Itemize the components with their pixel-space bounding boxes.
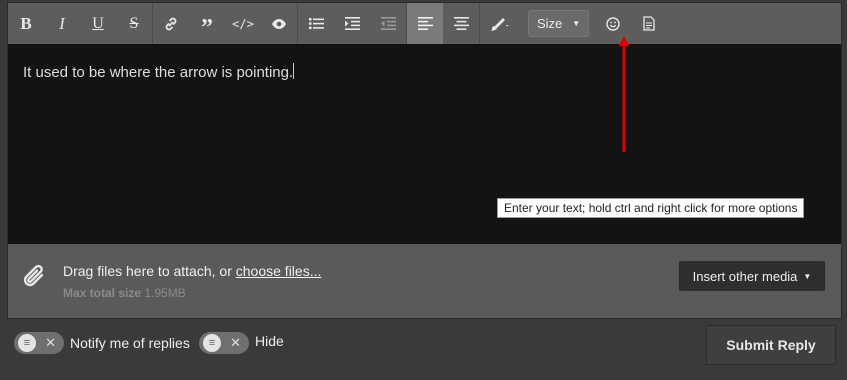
strikethrough-icon: S	[129, 14, 139, 32]
editor-toolbar: B I U S ” </> Size ▼	[8, 3, 841, 44]
text-color-button[interactable]	[480, 3, 520, 44]
hide-label: Hide	[255, 333, 284, 349]
italic-icon: I	[59, 13, 65, 33]
notify-toggle[interactable]: ≡ ✕	[14, 332, 64, 354]
submit-reply-button[interactable]: Submit Reply	[706, 325, 836, 365]
align-center-icon	[453, 17, 469, 30]
max-size-label: Max total size	[63, 286, 142, 300]
bold-button[interactable]: B	[8, 3, 44, 44]
smiley-icon	[606, 16, 620, 31]
strikethrough-button[interactable]: S	[116, 3, 152, 44]
max-size-info: Max total size 1.95MB	[63, 286, 186, 300]
paperclip-icon	[23, 264, 44, 287]
link-button[interactable]	[153, 3, 189, 44]
close-icon: ✕	[45, 335, 56, 350]
emoji-button[interactable]	[595, 3, 631, 44]
text-caret	[293, 63, 295, 79]
brush-icon	[491, 17, 509, 31]
align-center-button[interactable]	[443, 3, 479, 44]
underline-icon: U	[92, 14, 104, 32]
link-icon	[165, 17, 177, 30]
notify-label: Notify me of replies	[70, 335, 190, 351]
close-icon: ✕	[230, 335, 241, 350]
font-size-label: Size	[537, 16, 563, 31]
code-icon: </>	[232, 16, 254, 31]
editor-content[interactable]: It used to be where the arrow is pointin…	[8, 44, 841, 244]
eye-icon	[272, 18, 286, 29]
align-left-button[interactable]	[407, 3, 443, 44]
preview-button[interactable]	[261, 3, 297, 44]
attachment-area[interactable]: Drag files here to attach, or choose fil…	[8, 244, 841, 318]
insert-media-button[interactable]: Insert other media ▼	[679, 261, 825, 291]
indent-button[interactable]	[334, 3, 370, 44]
bold-icon: B	[20, 13, 32, 33]
editor-text: It used to be where the arrow is pointin…	[23, 63, 295, 81]
hide-toggle[interactable]: ≡ ✕	[199, 332, 249, 354]
caret-down-icon: ▼	[803, 271, 812, 281]
editor-tooltip: Enter your text; hold ctrl and right cli…	[497, 198, 805, 218]
outdent-icon	[380, 17, 396, 30]
toggle-knob-icon: ≡	[18, 334, 36, 352]
quote-button[interactable]: ”	[189, 3, 225, 44]
bullet-list-button[interactable]	[298, 3, 334, 44]
list-icon	[308, 18, 324, 30]
outdent-button[interactable]	[370, 3, 406, 44]
code-button[interactable]: </>	[225, 3, 261, 44]
insert-media-label: Insert other media	[692, 268, 798, 284]
template-button[interactable]	[631, 3, 667, 44]
font-size-select[interactable]: Size ▼	[528, 10, 590, 37]
editor-frame: B I U S ” </> Size ▼ It used to be where…	[7, 2, 842, 319]
document-icon	[643, 16, 655, 31]
attach-instructions: Drag files here to attach, or choose fil…	[63, 263, 322, 279]
italic-button[interactable]: I	[44, 3, 80, 44]
toggle-knob-icon: ≡	[203, 334, 221, 352]
quote-icon: ”	[201, 14, 213, 41]
underline-button[interactable]: U	[80, 3, 116, 44]
indent-icon	[344, 17, 360, 30]
reply-options: ≡ ✕ Notify me of replies ≡ ✕ Hide Submit…	[0, 318, 847, 380]
choose-files-link[interactable]: choose files...	[236, 263, 322, 279]
max-size-value: 1.95MB	[144, 286, 186, 300]
chevron-down-icon: ▼	[572, 19, 581, 28]
align-left-icon	[417, 17, 433, 30]
